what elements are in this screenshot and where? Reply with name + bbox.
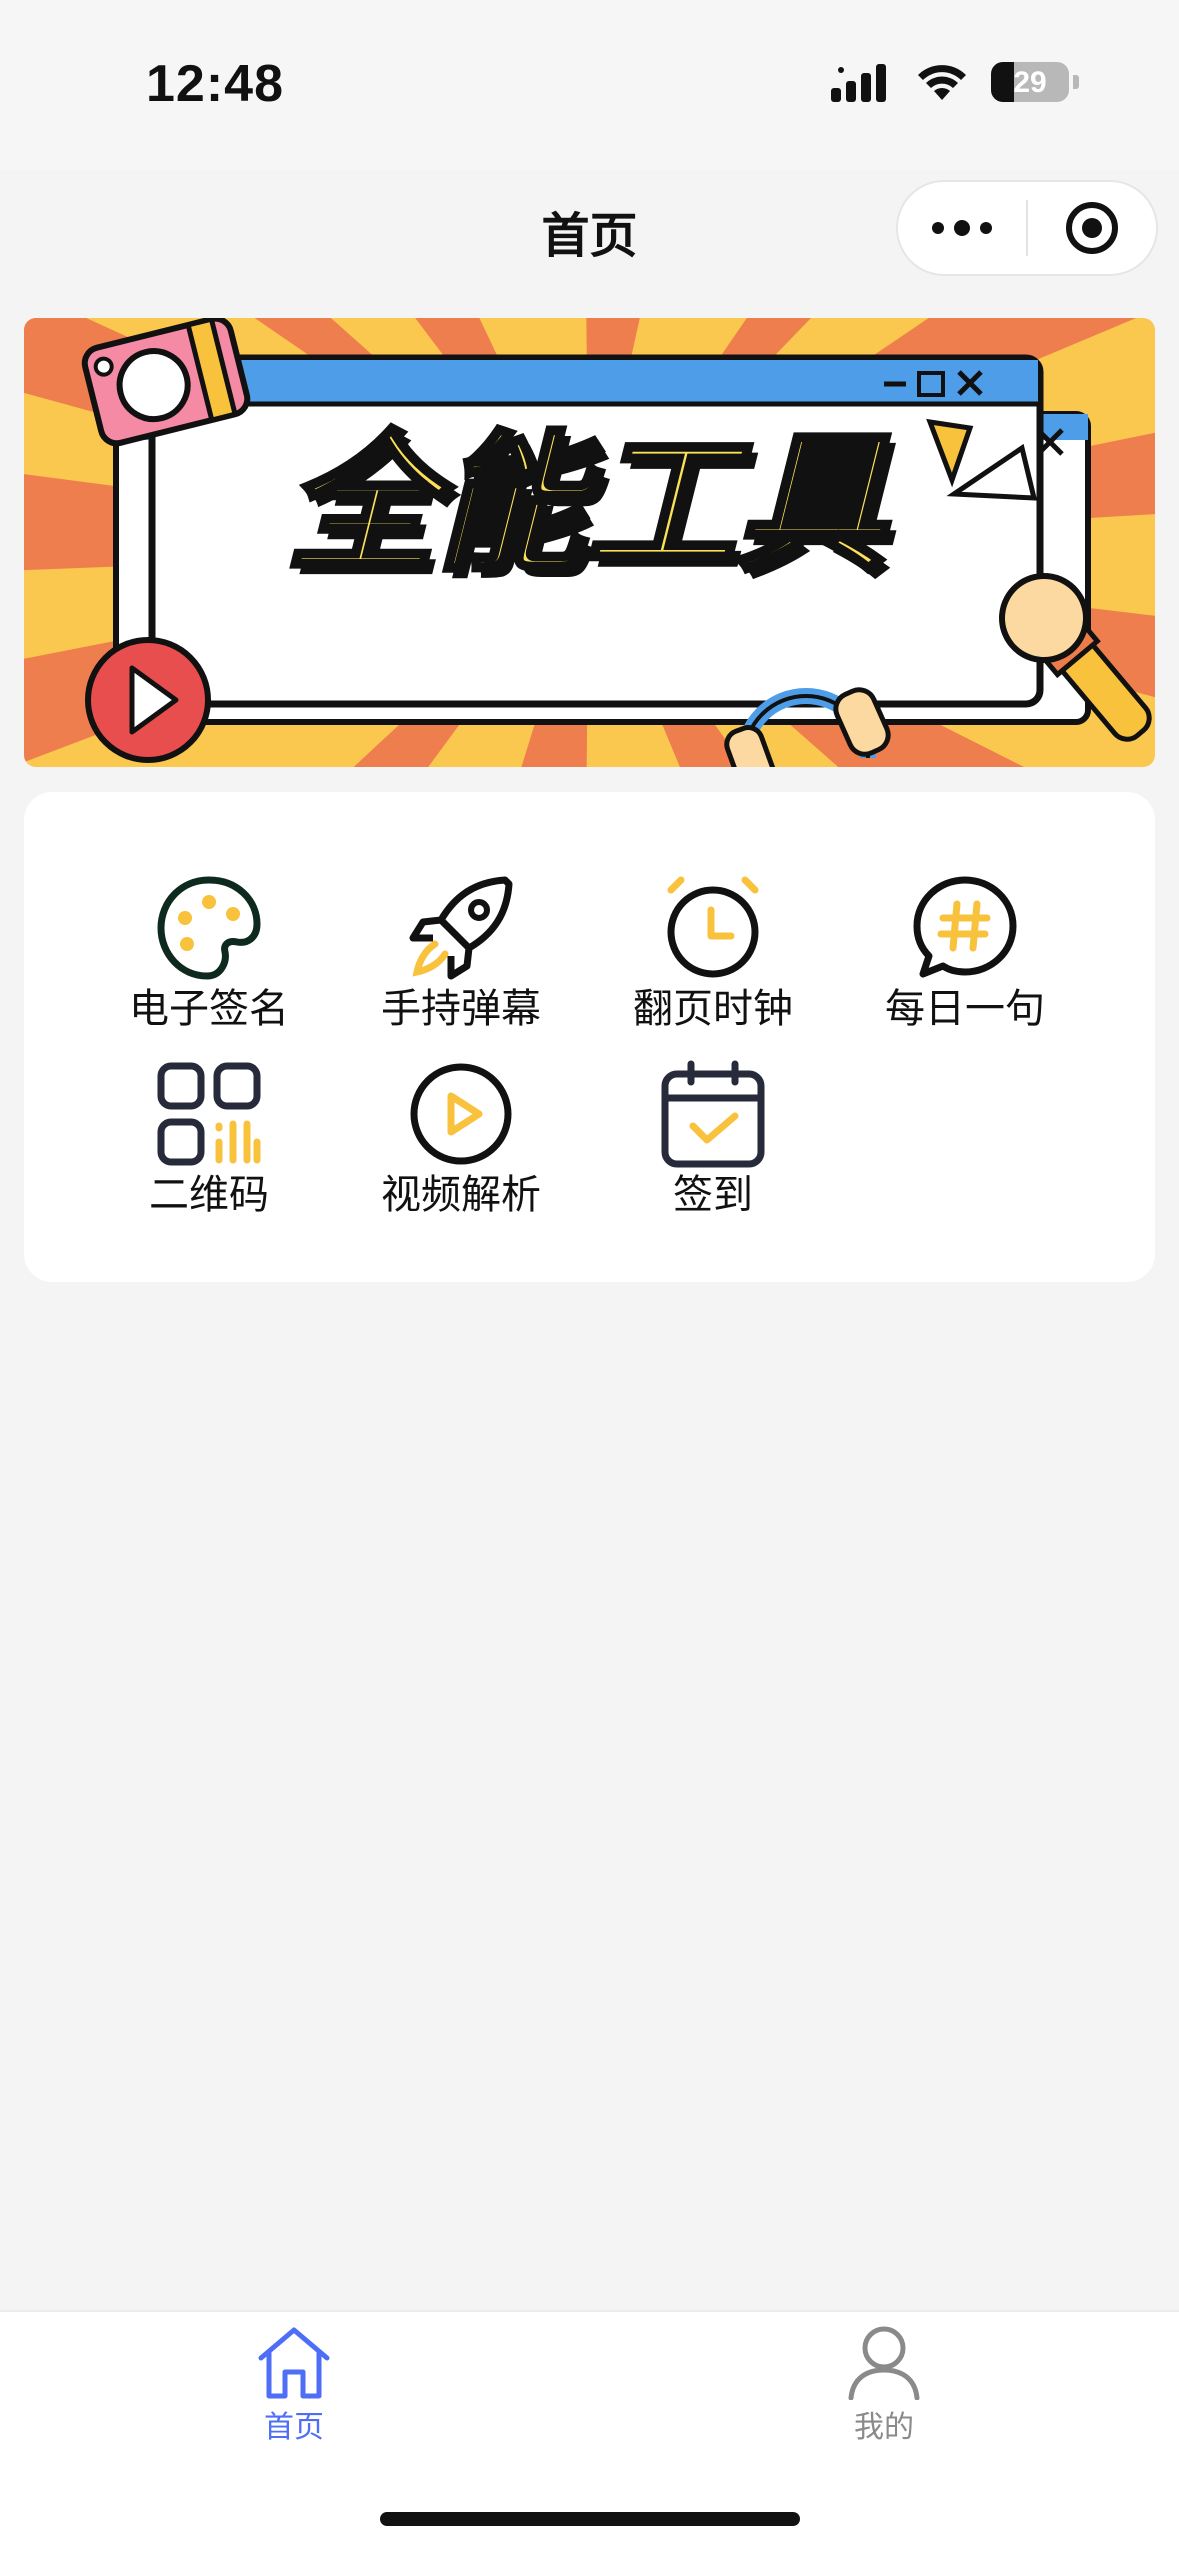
signal-icon <box>831 64 886 102</box>
tab-label: 我的 <box>854 2410 914 2445</box>
tool-daily-quote[interactable]: 每日一句 <box>850 872 1080 1047</box>
tool-video-parse[interactable]: 视频解析 <box>346 1058 576 1233</box>
mini-program-capsule <box>896 180 1158 276</box>
tool-label: 签到 <box>673 1172 753 1218</box>
tool-label: 二维码 <box>149 1172 269 1218</box>
tool-label: 视频解析 <box>381 1172 541 1218</box>
tool-e-signature[interactable]: 电子签名 <box>94 872 324 1047</box>
alarm-clock-icon <box>667 876 759 978</box>
tab-home[interactable]: 首页 <box>194 2324 394 2446</box>
target-icon <box>1066 202 1118 254</box>
battery-level: 29 <box>1013 66 1047 99</box>
tool-check-in[interactable]: 签到 <box>598 1058 828 1233</box>
qrcode-icon <box>157 1062 261 1166</box>
user-icon <box>848 2326 920 2400</box>
palette-icon <box>157 876 261 980</box>
battery-tip <box>1073 75 1079 89</box>
tool-label: 翻页时钟 <box>633 986 793 1032</box>
rocket-icon <box>409 876 513 980</box>
calendar-check-icon <box>661 1060 765 1168</box>
battery-icon: 29 <box>991 62 1069 102</box>
banner-title-fill: 全能工具 <box>286 418 890 592</box>
tab-mine[interactable]: 我的 <box>784 2324 984 2446</box>
tab-label: 首页 <box>264 2410 324 2445</box>
tool-qrcode[interactable]: 二维码 <box>94 1058 324 1233</box>
tool-grid-card: 电子签名 手持弹幕 翻页时钟 每日一句 二维码 视频解析 签到 <box>24 792 1155 1282</box>
banner-illustration: 全能工具 全能工具 <box>24 318 1155 767</box>
more-button[interactable] <box>898 182 1026 274</box>
banner[interactable]: 全能工具 全能工具 <box>24 318 1155 767</box>
hashtag-chat-icon <box>913 876 1017 978</box>
home-indicator <box>380 2512 800 2526</box>
play-circle-icon <box>410 1063 512 1165</box>
wifi-icon <box>918 65 966 100</box>
tool-flip-clock[interactable]: 翻页时钟 <box>598 872 828 1047</box>
home-icon <box>258 2327 330 2399</box>
status-time: 12:48 <box>146 55 284 113</box>
status-bar: 12:48 29 <box>0 0 1179 170</box>
tool-handheld-danmaku[interactable]: 手持弹幕 <box>346 872 576 1047</box>
more-dots-icon <box>932 220 992 236</box>
close-miniprogram-button[interactable] <box>1028 182 1156 274</box>
tool-label: 每日一句 <box>885 986 1045 1032</box>
tool-label: 手持弹幕 <box>381 986 541 1032</box>
tool-label: 电子签名 <box>129 986 289 1032</box>
status-icons: 29 <box>831 62 1079 102</box>
